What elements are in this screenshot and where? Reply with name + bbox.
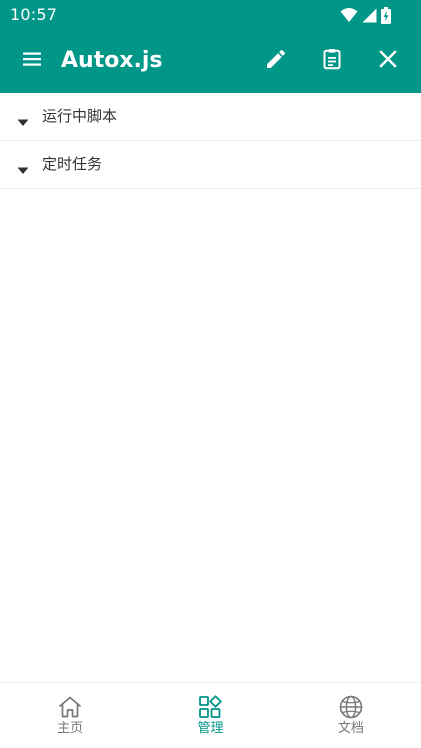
nav-manage[interactable]: 管理 <box>140 683 280 748</box>
close-icon <box>376 47 400 75</box>
menu-button[interactable] <box>8 37 56 85</box>
wifi-icon <box>340 7 358 23</box>
globe-icon <box>338 694 364 720</box>
battery-charging-icon <box>381 6 391 24</box>
clipboard-icon <box>320 47 344 75</box>
app-screen: 10:57 Autox.js 运行中脚本 定时任务 主页 管理 文档 <box>0 0 421 748</box>
app-title: Autox.js <box>61 48 163 73</box>
caret-down-icon <box>17 160 29 179</box>
pencil-icon <box>264 47 288 75</box>
edit-button[interactable] <box>252 37 300 85</box>
close-button[interactable] <box>364 37 412 85</box>
home-icon <box>57 694 83 720</box>
nav-home[interactable]: 主页 <box>0 683 140 748</box>
status-icons <box>340 6 391 24</box>
log-button[interactable] <box>308 37 356 85</box>
group-label: 运行中脚本 <box>42 107 118 125</box>
status-bar: 10:57 <box>0 0 421 30</box>
group-label: 定时任务 <box>42 155 103 173</box>
bottom-navigation: 主页 管理 文档 <box>0 682 421 748</box>
nav-label: 文档 <box>337 721 364 736</box>
caret-down-icon <box>17 112 29 131</box>
grid-manage-icon <box>197 694 223 720</box>
status-time: 10:57 <box>10 5 58 24</box>
task-group-list: 运行中脚本 定时任务 <box>0 93 421 189</box>
group-running-scripts[interactable]: 运行中脚本 <box>0 93 421 141</box>
app-bar: Autox.js <box>0 30 421 93</box>
group-scheduled-tasks[interactable]: 定时任务 <box>0 141 421 189</box>
nav-label: 管理 <box>197 721 224 736</box>
cell-signal-icon <box>362 8 377 23</box>
nav-docs[interactable]: 文档 <box>281 683 421 748</box>
nav-label: 主页 <box>57 721 84 736</box>
menu-icon <box>20 47 44 75</box>
